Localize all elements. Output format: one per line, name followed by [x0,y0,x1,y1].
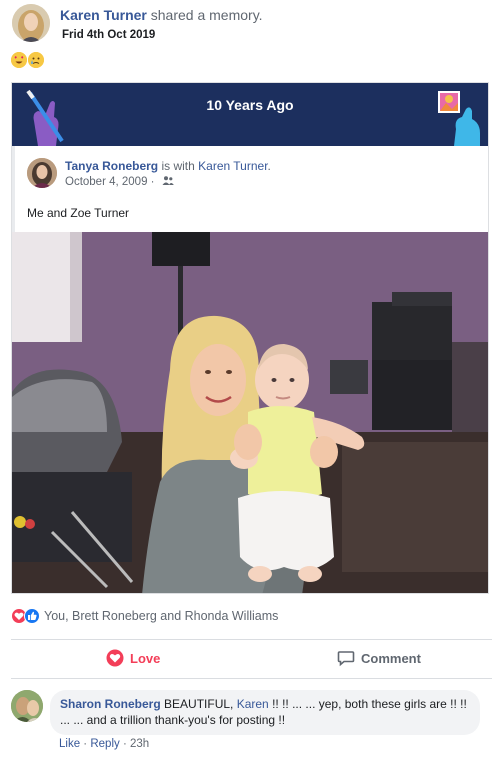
with-text: is with [158,159,199,173]
post-author-line: Tanya Roneberg is with Karen Turner. [65,159,271,173]
shared-memory-text: shared a memory. [146,7,263,23]
memory-photo[interactable] [12,232,488,593]
reaction-names[interactable]: You, Brett Roneberg and Rhonda Williams [44,609,278,623]
mention-karen-link[interactable]: Karen [237,697,269,711]
memory-banner: 10 Years Ago [12,83,488,146]
crying-emoji-icon [28,52,44,68]
tanya-name-link[interactable]: Tanya Roneberg [65,159,158,173]
commenter-name-link[interactable]: Sharon Roneberg [60,697,161,711]
author-name-link[interactable]: Karen Turner [60,7,147,23]
sharon-avatar[interactable] [11,690,43,722]
comment-button[interactable]: Comment [337,649,421,667]
tagged-karen-link[interactable]: Karen Turner [198,159,267,173]
comment: Sharon Roneberg BEAUTIFUL, Karen !! !! .… [11,690,492,760]
original-post: Tanya Roneberg is with Karen Turner. Oct… [12,146,488,232]
emoji-row [11,52,45,70]
memory-banner-title: 10 Years Ago [206,97,294,113]
friends-icon [162,176,174,188]
post-date-line: October 4, 2009 · [65,176,174,188]
divider [11,678,492,679]
memory-author-line: Karen Turner shared a memory. [60,7,263,23]
love-label: Love [130,650,161,666]
reactions-summary[interactable]: You, Brett Roneberg and Rhonda Williams [11,607,489,629]
comment-icon [337,651,355,667]
tagged-suffix: . [267,159,271,173]
post-caption: Me and Zoe Turner [27,206,130,220]
comment-bubble: Sharon Roneberg BEAUTIFUL, Karen !! !! .… [50,690,480,735]
memory-card[interactable]: 10 Years Ago Tanya Roneberg is with Kare… [11,82,489,594]
heart-eyes-emoji-icon [11,52,27,68]
hand-with-photo-icon [434,89,484,151]
comment-meta: Like · Reply · 23h [59,738,149,750]
love-icon [106,649,124,667]
comment-like-link[interactable]: Like [59,738,80,750]
post-date-link[interactable]: October 4, 2009 · [65,176,158,188]
karen-avatar[interactable] [12,4,50,42]
comment-time[interactable]: 23h [130,738,149,750]
love-button[interactable]: Love [106,649,160,667]
meta-separator: · [119,738,130,750]
tanya-avatar[interactable] [27,158,57,188]
like-reaction-icon [24,607,40,624]
comment-label: Comment [361,650,421,666]
meta-separator: · [80,738,91,750]
memory-date: Frid 4th Oct 2019 [62,29,156,41]
shared-memory-header: Karen Turner shared a memory. Frid 4th O… [0,0,492,80]
comment-reply-link[interactable]: Reply [90,738,119,750]
action-bar: Love Comment [11,640,492,678]
comment-text-start: BEAUTIFUL, [160,697,237,711]
